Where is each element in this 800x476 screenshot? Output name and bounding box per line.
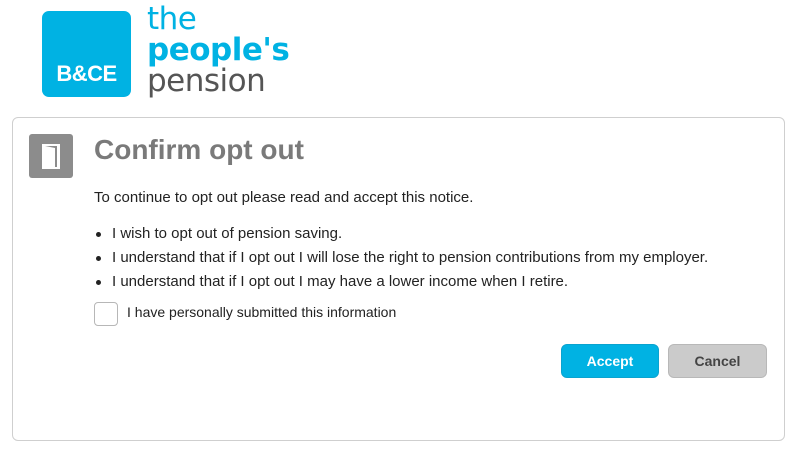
dialog-intro: To continue to opt out please read and a… [94, 189, 474, 206]
logo-box: B&CE [42, 11, 131, 97]
notice-list: I wish to opt out of pension saving. I u… [94, 222, 708, 294]
notice-item: I understand that if I opt out I will lo… [94, 246, 708, 270]
confirm-checkbox[interactable] [94, 302, 118, 326]
opt-out-dialog: Confirm opt out To continue to opt out p… [12, 117, 785, 441]
notice-item: I understand that if I opt out I may hav… [94, 270, 708, 294]
dialog-title: Confirm opt out [94, 134, 304, 165]
brand-line-2: people's [147, 32, 290, 68]
confirm-checkbox-label[interactable]: I have personally submitted this informa… [127, 304, 396, 320]
brand-line-1: the [147, 1, 197, 37]
logo-box-text: B&CE [56, 61, 117, 86]
cancel-button[interactable]: Cancel [668, 344, 767, 378]
door-icon [29, 134, 73, 178]
notice-item: I wish to opt out of pension saving. [94, 222, 708, 246]
accept-button[interactable]: Accept [561, 344, 659, 378]
brand-line-3: pension [147, 63, 266, 99]
brand-wordmark: the people's pension [147, 1, 290, 99]
